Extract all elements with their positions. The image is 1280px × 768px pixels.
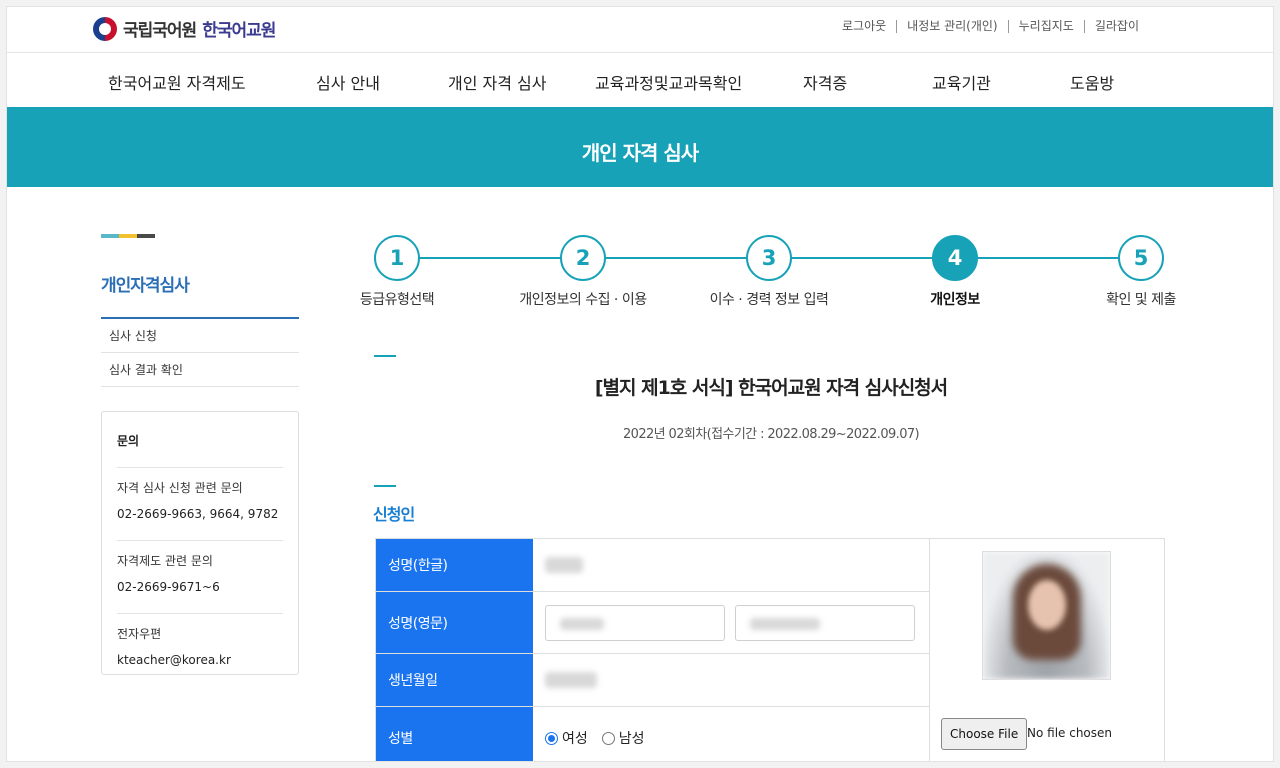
form-title: [별지 제1호 서식] 한국어교원 자격 심사신청서 [594, 377, 948, 399]
step-5-label: 확인 및 제출 [1106, 292, 1176, 308]
section-accent-line [374, 485, 396, 487]
applicant-table: 성명(한글) 성명(영문) 생년월일 성별 여성 남성 Choose File … [375, 538, 1165, 761]
gender-radio-female[interactable]: 여성 [545, 728, 588, 748]
nav-certificate[interactable]: 자격증 [803, 70, 847, 94]
choose-file-button[interactable]: Choose File [941, 718, 1028, 750]
radio-checked-icon[interactable] [545, 731, 558, 745]
birth-value [533, 654, 929, 706]
step-5-circle: 5 [1118, 235, 1164, 281]
taegeuk-logo-icon [93, 16, 117, 41]
sidebar-decoration [101, 234, 155, 238]
name-en-inputs [533, 592, 929, 653]
name-en-header: 성명(영문) [376, 592, 533, 653]
banner-title: 개인 자격 심사 [581, 141, 699, 165]
table-row: 성별 여성 남성 [376, 707, 929, 761]
step-3-label: 이수 · 경력 정보 입력 [709, 292, 829, 308]
step-1-label: 등급유형선택 [359, 292, 435, 308]
contact-section: 전자우편 kteacher@korea.kr [117, 614, 283, 686]
logo-primary-text: 국립국어원 [123, 21, 197, 41]
contact-section: 자격제도 관련 문의 02-2669-9671~6 [117, 541, 283, 614]
gender-header: 성별 [376, 707, 533, 761]
sitemap-link[interactable]: 누리집지도 [1009, 20, 1085, 33]
name-kr-header: 성명(한글) [376, 539, 533, 591]
file-status-text: No file chosen [1027, 726, 1113, 740]
nav-qualification-system[interactable]: 한국어교원 자격제도 [108, 70, 246, 94]
sidebar-title: 개인자격심사 [101, 276, 190, 296]
name-kr-value [533, 539, 929, 591]
redacted-birthdate [545, 672, 597, 688]
gender-male-label[interactable]: 남성 [619, 728, 645, 748]
form-period: 2022년 02회차(접수기간 : 2022.08.29~2022.09.07) [622, 427, 920, 442]
logout-link[interactable]: 로그아웃 [832, 20, 898, 33]
nav-curriculum-check[interactable]: 교육과정및교과목확인 [595, 70, 742, 94]
page-frame: 국립국어원 한국어교원 로그아웃 내정보 관리(개인) 누리집지도 길라잡이 한… [6, 6, 1274, 762]
last-name-input[interactable] [545, 604, 725, 641]
main-navigation: 한국어교원 자격제도 심사 안내 개인 자격 심사 교육과정및교과목확인 자격증… [7, 53, 1273, 107]
guide-link[interactable]: 길라잡이 [1085, 20, 1149, 33]
contact-title: 문의 [117, 412, 283, 468]
redacted-name [545, 557, 583, 573]
step-1-circle: 1 [374, 235, 420, 281]
sidebar-item-apply[interactable]: 심사 신청 [101, 319, 299, 353]
sidebar-menu: 심사 신청 심사 결과 확인 [101, 319, 299, 387]
step-2-label: 개인정보의 수집 · 이용 [519, 292, 647, 308]
page-banner: 개인 자격 심사 [7, 107, 1273, 187]
radio-unchecked-icon[interactable] [601, 731, 615, 745]
title-accent-line [374, 355, 396, 357]
nav-individual-review[interactable]: 개인 자격 심사 [448, 70, 547, 94]
my-info-link[interactable]: 내정보 관리(개인) [897, 20, 1009, 33]
applicant-photo [982, 551, 1111, 680]
table-row: 생년월일 [376, 654, 929, 707]
site-logo[interactable]: 국립국어원 한국어교원 [93, 16, 276, 41]
contact-label: 자격 심사 신청 관련 문의 [117, 481, 243, 495]
nav-review-guide[interactable]: 심사 안내 [316, 70, 380, 94]
table-row: 성명(영문) [376, 592, 929, 654]
photo-cell: Choose File No file chosen [929, 539, 1165, 761]
step-4-label: 개인정보 [930, 292, 980, 308]
first-name-input[interactable] [735, 604, 915, 641]
birth-header: 생년월일 [376, 654, 533, 706]
section-title-applicant: 신청인 [373, 505, 415, 524]
nav-help[interactable]: 도움방 [1070, 70, 1114, 94]
utility-links: 로그아웃 내정보 관리(개인) 누리집지도 길라잡이 [832, 20, 1149, 33]
step-3-circle: 3 [746, 235, 792, 281]
step-2-circle: 2 [560, 235, 606, 281]
contact-phone: 02-2669-9663, 9664, 9782 [117, 507, 279, 521]
contact-phone: 02-2669-9671~6 [117, 580, 220, 594]
table-row: 성명(한글) [376, 539, 929, 592]
sidebar-item-result[interactable]: 심사 결과 확인 [101, 353, 299, 387]
gender-radio-male[interactable]: 남성 [601, 728, 645, 748]
contact-label: 전자우편 [117, 627, 162, 641]
contact-box: 문의 자격 심사 신청 관련 문의 02-2669-9663, 9664, 97… [101, 411, 299, 675]
contact-label: 자격제도 관련 문의 [117, 554, 213, 568]
top-bar: 국립국어원 한국어교원 로그아웃 내정보 관리(개인) 누리집지도 길라잡이 [7, 7, 1273, 53]
nav-institutions[interactable]: 교육기관 [932, 70, 991, 94]
step-4-circle: 4 [932, 235, 978, 281]
gender-options: 여성 남성 [533, 707, 929, 761]
contact-email[interactable]: kteacher@korea.kr [117, 652, 283, 678]
contact-section: 자격 심사 신청 관련 문의 02-2669-9663, 9664, 9782 [117, 468, 283, 541]
logo-secondary-text: 한국어교원 [202, 21, 276, 41]
gender-female-label[interactable]: 여성 [562, 728, 588, 748]
